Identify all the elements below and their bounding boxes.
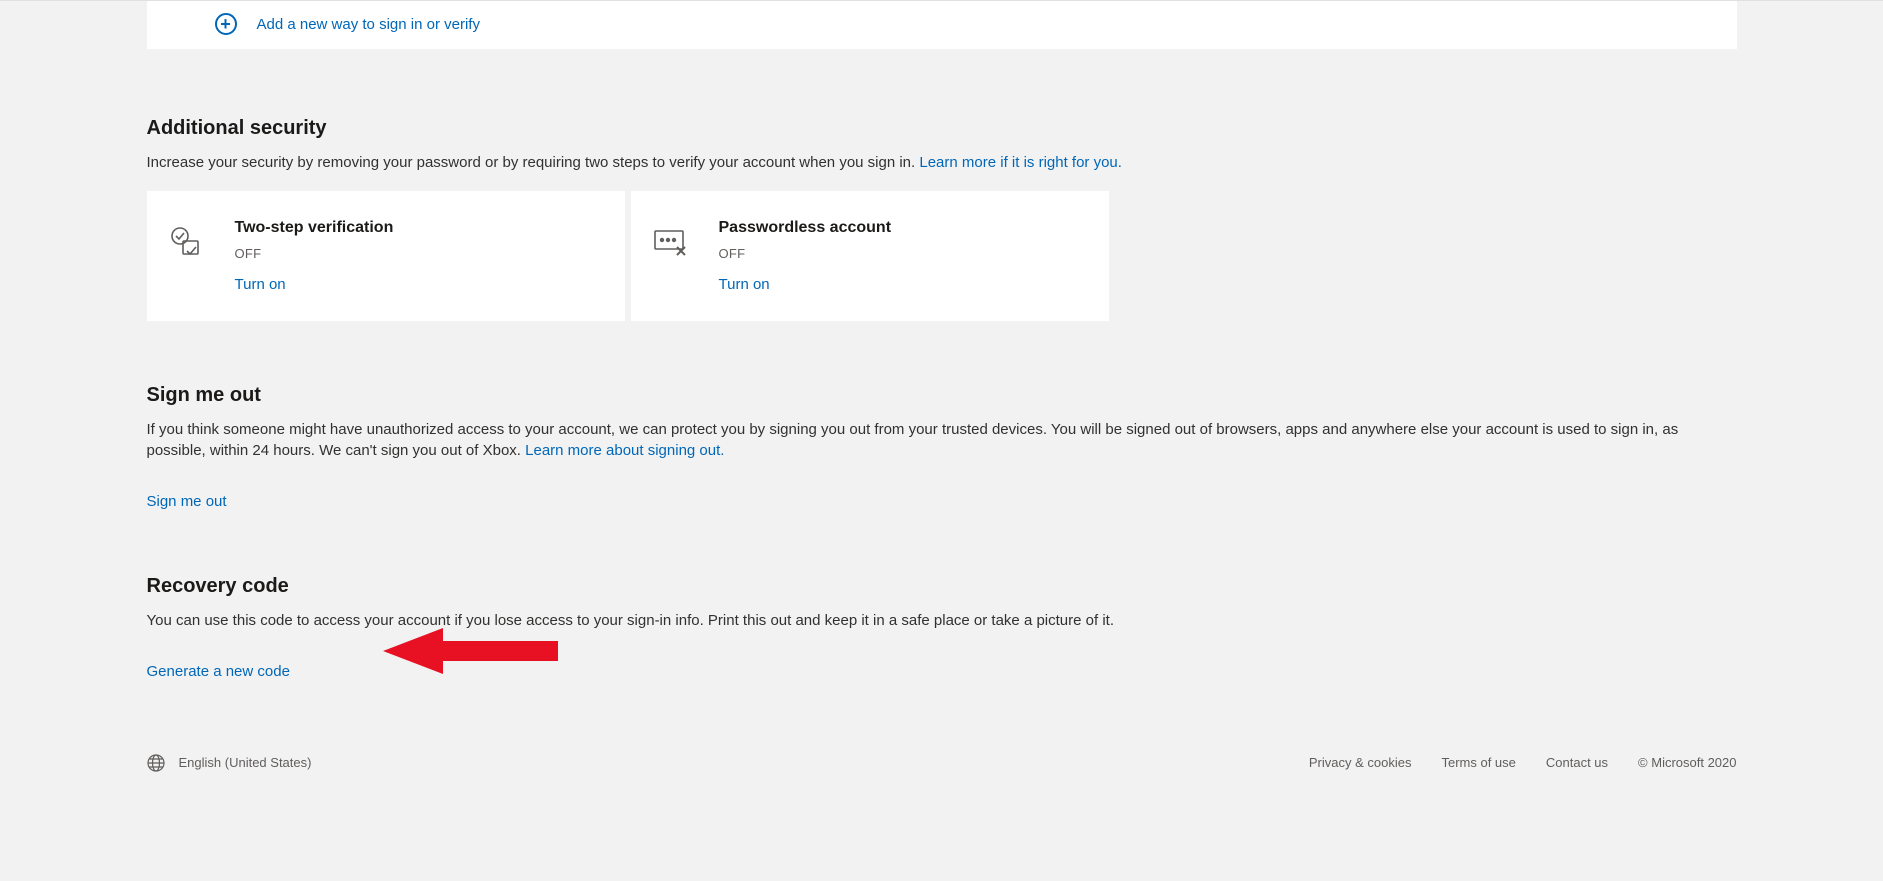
passwordless-status: OFF	[719, 245, 892, 263]
shield-check-icon	[169, 223, 203, 257]
recovery-code-desc: You can use this code to access your acc…	[147, 610, 1737, 631]
additional-security-section: Additional security Increase your securi…	[147, 114, 1737, 321]
copyright-text: © Microsoft 2020	[1638, 754, 1736, 772]
language-selector[interactable]: English (United States)	[179, 754, 312, 772]
two-step-card: Two-step verification OFF Turn on	[147, 191, 625, 321]
two-step-status: OFF	[235, 245, 394, 263]
additional-security-desc: Increase your security by removing your …	[147, 152, 1737, 173]
privacy-link[interactable]: Privacy & cookies	[1309, 754, 1412, 772]
sign-me-out-link[interactable]: Sign me out	[147, 491, 227, 512]
plus-circle-icon: +	[215, 13, 237, 35]
additional-security-heading: Additional security	[147, 114, 1737, 142]
additional-security-desc-text: Increase your security by removing your …	[147, 154, 920, 171]
add-signin-link[interactable]: Add a new way to sign in or verify	[257, 14, 480, 35]
sign-out-learn-more-link[interactable]: Learn more about signing out.	[525, 442, 724, 459]
annotation-arrow-icon	[383, 626, 563, 676]
two-step-turn-on-link[interactable]: Turn on	[235, 276, 286, 293]
sign-out-desc-text: If you think someone might have unauthor…	[147, 421, 1679, 459]
sign-out-section: Sign me out If you think someone might h…	[147, 381, 1737, 512]
two-step-title: Two-step verification	[235, 217, 394, 239]
sign-out-heading: Sign me out	[147, 381, 1737, 409]
terms-link[interactable]: Terms of use	[1441, 754, 1515, 772]
additional-security-learn-more-link[interactable]: Learn more if it is right for you.	[919, 154, 1122, 171]
add-signin-card: + Add a new way to sign in or verify	[147, 1, 1737, 49]
recovery-code-heading: Recovery code	[147, 572, 1737, 600]
password-x-icon	[653, 223, 687, 257]
passwordless-title: Passwordless account	[719, 217, 892, 239]
recovery-code-section: Recovery code You can use this code to a…	[147, 572, 1737, 682]
contact-link[interactable]: Contact us	[1546, 754, 1608, 772]
globe-icon	[147, 754, 165, 772]
passwordless-turn-on-link[interactable]: Turn on	[719, 276, 770, 293]
passwordless-card: Passwordless account OFF Turn on	[631, 191, 1109, 321]
page-footer: English (United States) Privacy & cookie…	[147, 742, 1737, 802]
sign-out-desc: If you think someone might have unauthor…	[147, 419, 1737, 461]
generate-code-link[interactable]: Generate a new code	[147, 661, 290, 682]
